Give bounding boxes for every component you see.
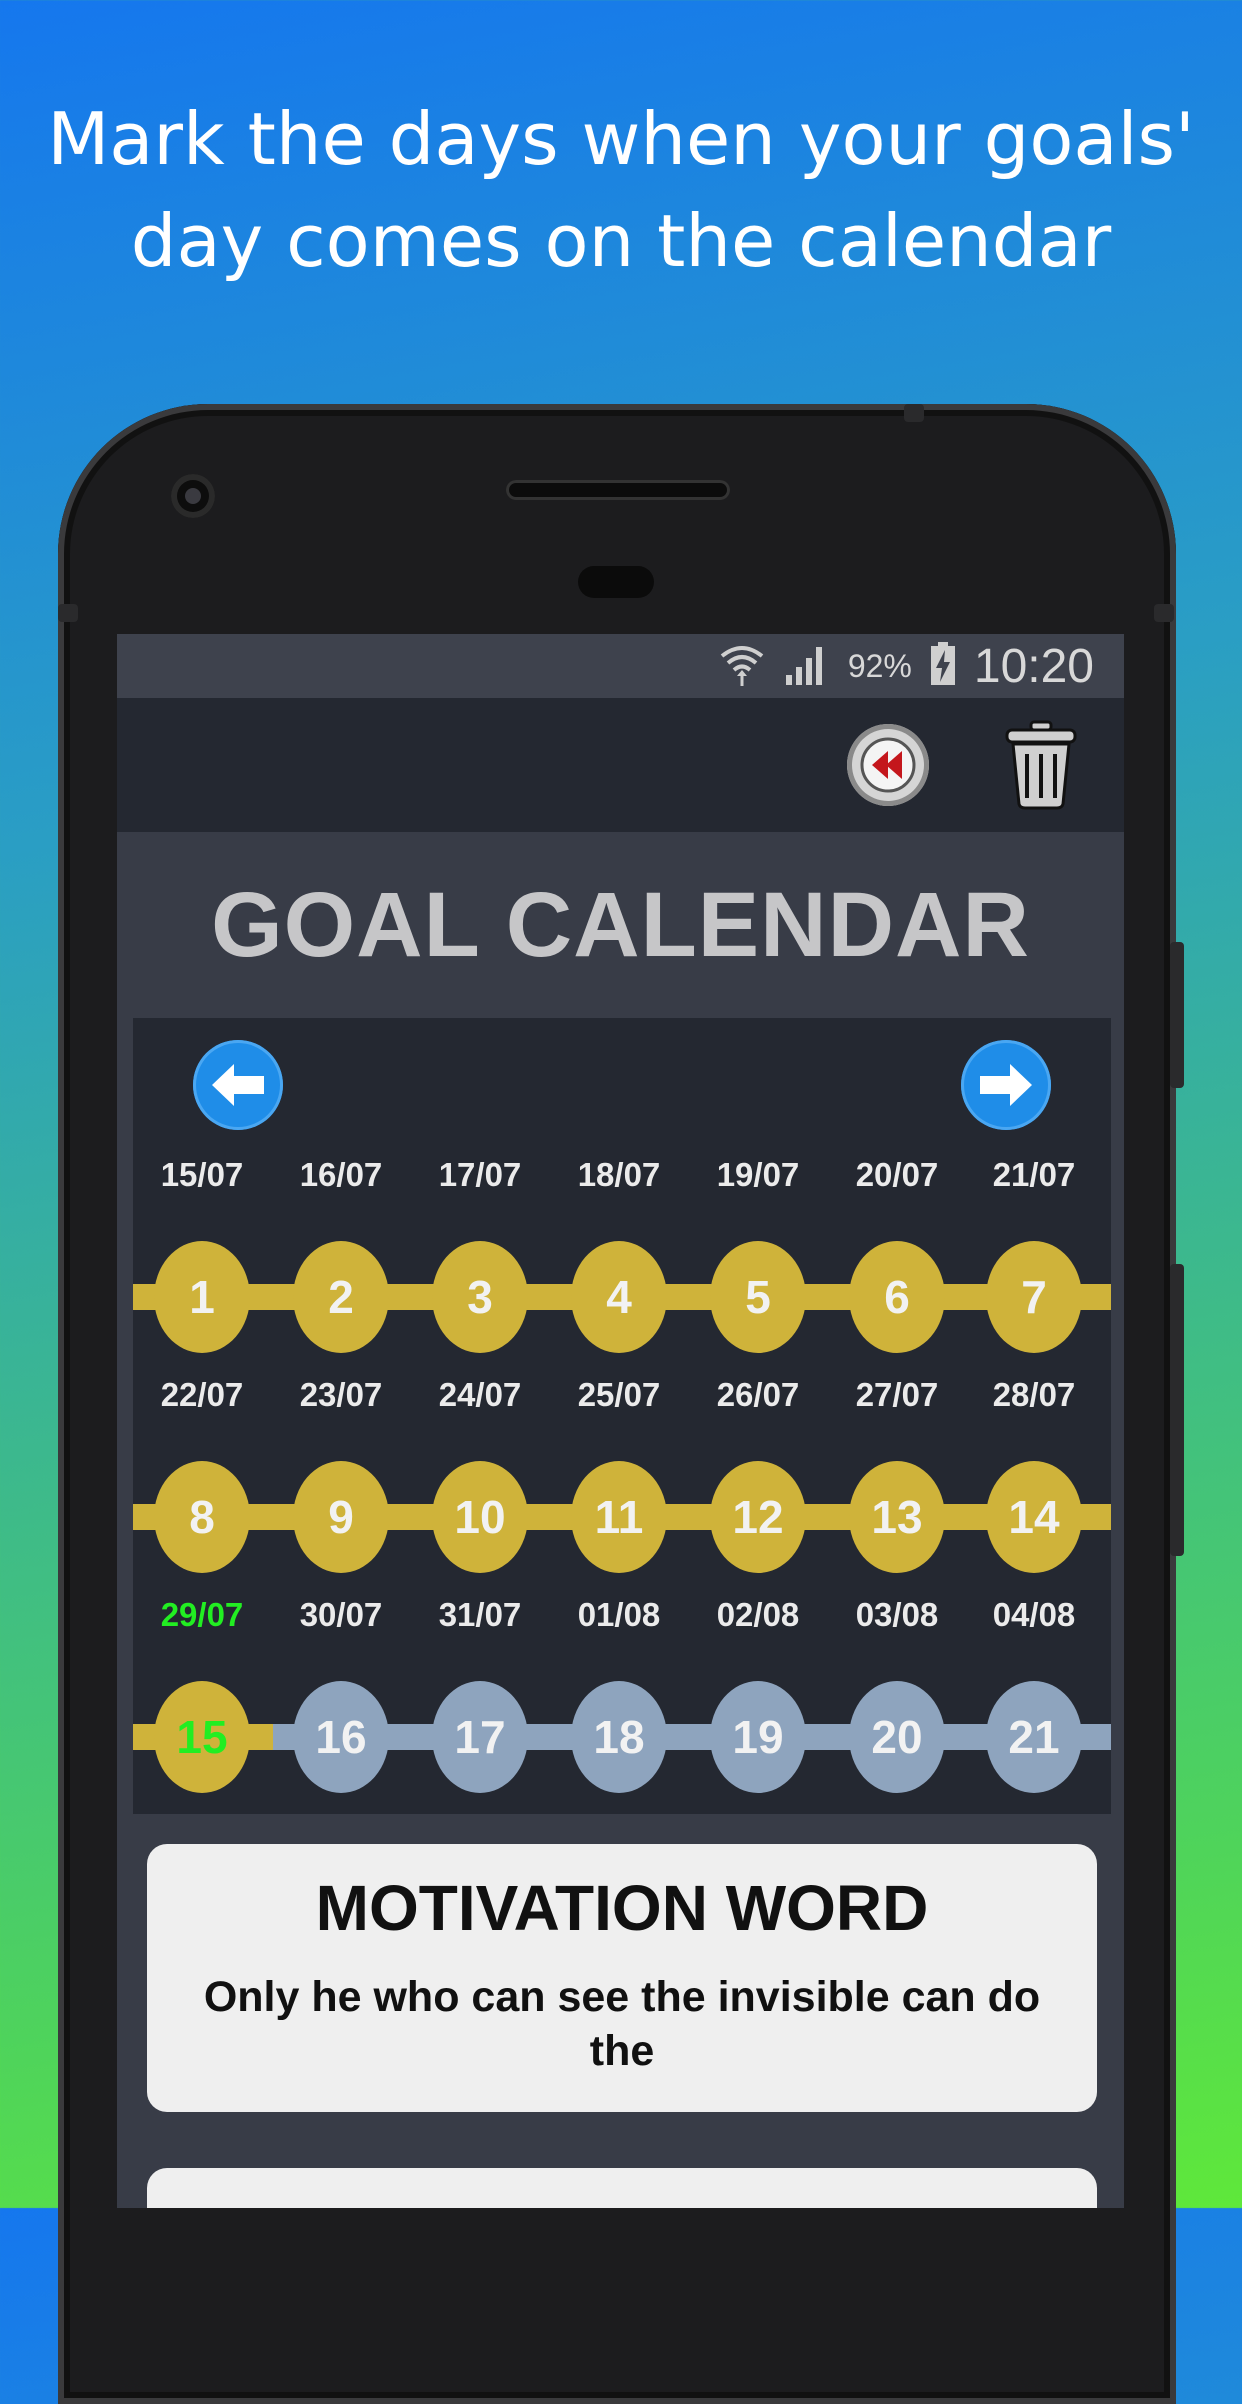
day-circle[interactable]: 21 [986, 1681, 1082, 1793]
next-week-button[interactable] [961, 1040, 1051, 1130]
day-circle[interactable]: 10 [432, 1461, 528, 1573]
date-label: 16/07 [299, 1156, 383, 1193]
goal-note-heading: GOAL NOTE [147, 2194, 1097, 2208]
date-label: 24/07 [438, 1376, 522, 1413]
day-circle[interactable]: 4 [571, 1241, 667, 1353]
date-label: 04/08 [992, 1596, 1076, 1633]
earpiece-speaker [506, 480, 730, 500]
headline: Mark the days when your goals' day comes… [0, 88, 1242, 292]
date-label: 03/08 [855, 1596, 939, 1633]
power-button [1170, 1264, 1184, 1556]
day-circle[interactable]: 3 [432, 1241, 528, 1353]
app-toolbar [117, 698, 1124, 832]
motivation-text: Only he who can see the invisible can do… [203, 1973, 1041, 2075]
prev-arrow-icon [212, 1064, 264, 1106]
day-circle[interactable]: 1 [154, 1241, 250, 1353]
trash-icon [1005, 720, 1077, 810]
date-label: 01/08 [577, 1596, 661, 1633]
phone-top-button [904, 404, 924, 422]
wifi-icon [718, 640, 766, 692]
day-circle[interactable]: 2 [293, 1241, 389, 1353]
day-circle[interactable]: 15 [154, 1681, 250, 1793]
phone-left-button [58, 604, 78, 622]
motivation-heading: MOTIVATION WORD [315, 1872, 929, 1944]
date-label: 29/07 [160, 1596, 244, 1633]
day-circle[interactable]: 6 [849, 1241, 945, 1353]
date-label: 02/08 [716, 1596, 800, 1633]
date-label: 23/07 [299, 1376, 383, 1413]
headline-line-1: Mark the days when your goals' [47, 97, 1195, 181]
proximity-sensor [578, 566, 654, 598]
date-label: 26/07 [716, 1376, 800, 1413]
day-circle[interactable]: 20 [849, 1681, 945, 1793]
battery-charging-icon [930, 642, 956, 690]
delete-button[interactable] [1003, 720, 1079, 810]
signal-icon [784, 641, 830, 691]
day-circle[interactable]: 9 [293, 1461, 389, 1573]
day-circle[interactable]: 5 [710, 1241, 806, 1353]
date-label: 22/07 [160, 1376, 244, 1413]
day-circle[interactable]: 7 [986, 1241, 1082, 1353]
day-circle[interactable]: 11 [571, 1461, 667, 1573]
day-circle[interactable]: 17 [432, 1681, 528, 1793]
date-label: 15/07 [160, 1156, 244, 1193]
phone-right-button [1154, 604, 1174, 622]
date-label: 21/07 [992, 1156, 1076, 1193]
rewind-button[interactable] [847, 724, 929, 806]
motivation-card: MOTIVATION WORD Only he who can see the … [147, 1844, 1097, 2112]
day-circle[interactable]: 13 [849, 1461, 945, 1573]
day-circle[interactable]: 16 [293, 1681, 389, 1793]
date-label: 31/07 [438, 1596, 522, 1633]
front-camera [171, 474, 215, 518]
rewind-icon [860, 737, 916, 793]
date-label: 25/07 [577, 1376, 661, 1413]
date-label: 27/07 [855, 1376, 939, 1413]
date-label: 17/07 [438, 1156, 522, 1193]
prev-week-button[interactable] [193, 1040, 283, 1130]
date-label: 18/07 [577, 1156, 661, 1193]
headline-line-2: day comes on the calendar [130, 199, 1112, 283]
next-arrow-icon [980, 1064, 1032, 1106]
day-circle[interactable]: 14 [986, 1461, 1082, 1573]
date-label: 20/07 [855, 1156, 939, 1193]
day-circle[interactable]: 19 [710, 1681, 806, 1793]
volume-button [1170, 942, 1184, 1088]
battery-percentage: 92% [847, 647, 912, 684]
status-bar: 92% 10:20 [117, 634, 1124, 698]
day-circle[interactable]: 8 [154, 1461, 250, 1573]
date-label: 28/07 [992, 1376, 1076, 1413]
day-circle[interactable]: 18 [571, 1681, 667, 1793]
app-screen: 92% 10:20 GOAL CALENDAR 15/07 16/07 17/0… [117, 634, 1124, 2208]
goal-calendar: 15/07 16/07 17/07 18/07 19/07 20/07 21/07 1 2 3 4 5… [133, 1018, 1111, 1814]
page-title: GOAL CALENDAR [211, 873, 1030, 976]
goal-note-card: GOAL NOTE [147, 2168, 1097, 2208]
date-label: 30/07 [299, 1596, 383, 1633]
status-time: 10:20 [973, 639, 1094, 693]
date-label: 19/07 [716, 1156, 800, 1193]
day-circle[interactable]: 12 [710, 1461, 806, 1573]
